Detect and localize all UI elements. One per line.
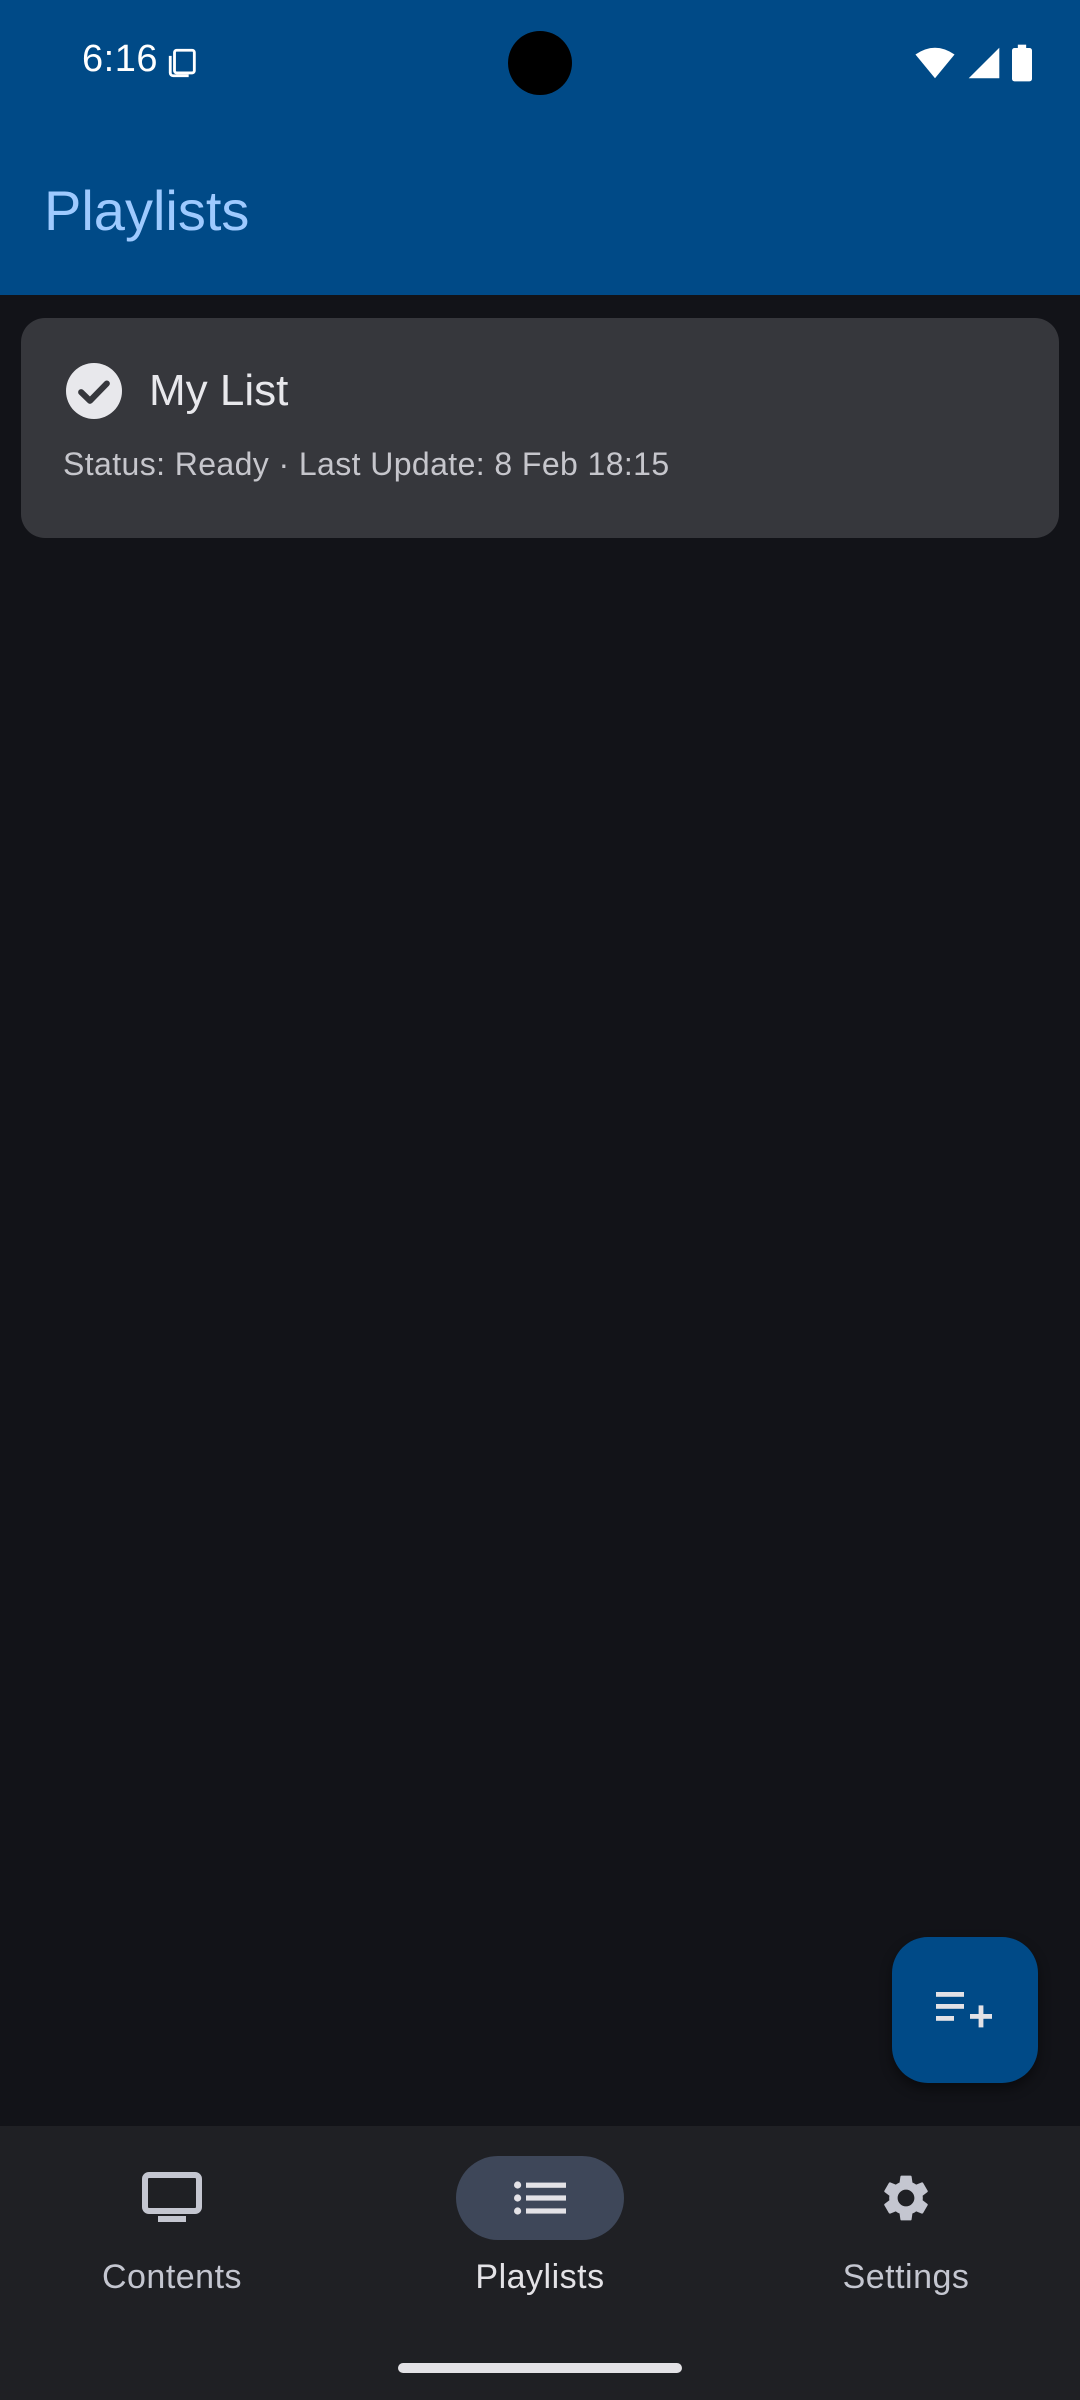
camera-cutout: [508, 31, 572, 95]
nav-item-settings[interactable]: Settings: [776, 2156, 1036, 2316]
page-title: Playlists: [44, 179, 250, 242]
status-time: 6:16: [82, 38, 158, 80]
tv-icon: [142, 2172, 202, 2222]
signal-icon: [968, 47, 1000, 79]
wifi-icon: [915, 47, 955, 79]
add-playlist-button[interactable]: [892, 1937, 1038, 2083]
nav-indicator: [88, 2156, 256, 2240]
check-circle-icon: [66, 363, 122, 419]
nav-label: Contents: [101, 2258, 243, 2296]
nav-item-playlists[interactable]: Playlists: [410, 2156, 670, 2316]
nav-item-contents[interactable]: Contents: [42, 2156, 302, 2316]
top-app-bar: 6:16 Playlists: [0, 0, 1080, 295]
copy-icon: [168, 48, 196, 78]
playlist-status: Status: Ready · Last Update: 8 Feb 18:15: [63, 446, 670, 482]
gesture-navigation-bar[interactable]: [398, 2363, 682, 2373]
gear-icon: [884, 2175, 928, 2221]
list-icon: [514, 2181, 566, 2215]
nav-label: Settings: [842, 2258, 970, 2296]
battery-icon: [1012, 44, 1032, 82]
playlist-add-icon: [936, 1992, 992, 2028]
nav-label: Playlists: [475, 2258, 605, 2296]
status-icons: [914, 44, 1032, 82]
playlist-name: My List: [149, 366, 289, 415]
nav-indicator-active: [456, 2156, 624, 2240]
nav-indicator: [822, 2156, 990, 2240]
bottom-navigation: Contents Playlists Settings: [0, 2126, 1080, 2400]
playlist-card[interactable]: My List Status: Ready · Last Update: 8 F…: [21, 318, 1059, 538]
screen: 6:16 Playlists My List Status: Ready · L: [0, 0, 1080, 2400]
